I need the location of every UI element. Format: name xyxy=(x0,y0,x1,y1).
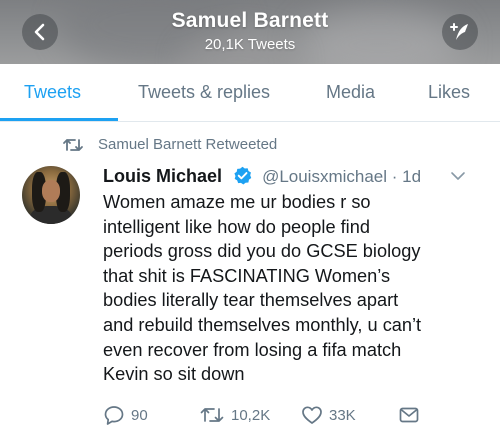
retweet-icon xyxy=(200,408,224,422)
active-tab-indicator xyxy=(0,118,118,121)
tweet-line: intelligent like how do people find xyxy=(103,216,370,237)
like-count: 33K xyxy=(329,406,356,424)
author-name[interactable]: Louis Michael xyxy=(103,166,222,186)
profile-header: Samuel Barnett 20,1K Tweets xyxy=(0,0,500,64)
tweet-line: that shit is FASCINATING Women’s xyxy=(103,265,391,286)
avatar[interactable] xyxy=(22,166,80,224)
tweet-author-row: Louis Michael @Louisxmichael · 1d xyxy=(103,166,421,190)
tab-tweets[interactable]: Tweets xyxy=(24,82,81,103)
reply-count: 90 xyxy=(131,406,148,424)
retweet-context: Samuel Barnett Retweeted xyxy=(0,134,500,158)
tweet-line: periods gross did you do GCSE biology xyxy=(103,241,421,262)
direct-message-button[interactable] xyxy=(398,404,426,426)
tab-tweets-and-replies[interactable]: Tweets & replies xyxy=(138,82,270,103)
compose-tweet-button[interactable] xyxy=(442,14,478,50)
author-handle-time[interactable]: @Louisxmichael · 1d xyxy=(262,167,421,186)
reply-icon xyxy=(104,406,124,425)
like-button[interactable]: 33K xyxy=(301,404,356,426)
tweet-count: 20,1K Tweets xyxy=(204,36,296,53)
tab-media[interactable]: Media xyxy=(326,82,375,103)
tweet-line: bodies literally tear themselves apart xyxy=(103,290,399,311)
tweet-line: and rebuild themselves monthly, u can’t xyxy=(103,314,422,335)
compose-tweet-icon xyxy=(450,23,468,40)
retweeted-by-label[interactable]: Samuel Barnett Retweeted xyxy=(98,136,277,153)
chevron-down-icon[interactable] xyxy=(450,170,466,182)
profile-name-title: Samuel Barnett xyxy=(171,9,329,32)
verified-badge-icon xyxy=(234,166,252,185)
tweet-line: Women amaze me ur bodies r so xyxy=(103,192,371,212)
reply-button[interactable]: 90 xyxy=(103,404,148,426)
direct-message-icon xyxy=(399,407,419,423)
retweet-icon xyxy=(63,139,83,151)
retweet-count: 10,2K xyxy=(231,406,271,424)
tab-likes[interactable]: Likes xyxy=(428,82,470,103)
tweet-line: Kevin so sit down xyxy=(103,364,245,385)
profile-tabs: Tweets Tweets & replies Media Likes xyxy=(0,64,500,122)
tweet-text: Women amaze me ur bodies r so intelligen… xyxy=(103,190,488,387)
tweet-actions: 90 10,2K 33K xyxy=(0,400,500,432)
like-icon xyxy=(302,406,322,424)
tweet-line: even recover from losing a fifa match xyxy=(103,339,402,360)
retweet-button[interactable]: 10,2K xyxy=(199,404,270,426)
